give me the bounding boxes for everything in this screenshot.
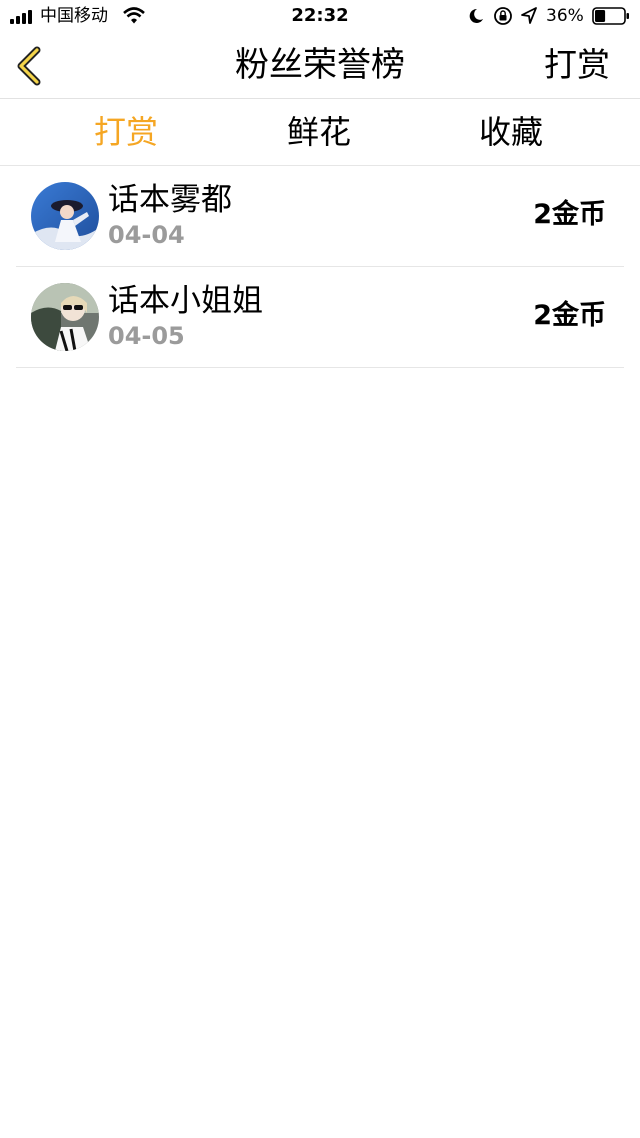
fan-name: 话本雾都 [108,182,232,218]
list-item[interactable]: 话本小姐姐 04-05 2金币 [16,267,624,368]
reward-date: 04-04 [108,221,185,249]
avatar[interactable] [31,283,99,351]
fan-name: 话本小姐姐 [108,283,263,319]
reward-amount: 2金币 [533,300,606,331]
list-item[interactable]: 话本雾都 04-04 2金币 [16,166,624,267]
moon-icon [469,8,483,23]
location-arrow-icon [521,7,537,24]
reward-button[interactable]: 打赏 [544,44,610,86]
tab-bar: 打赏 鲜花 收藏 [0,99,640,166]
orientation-lock-icon [494,7,512,25]
tab-reward[interactable]: 打赏 [56,111,196,153]
fan-list: 话本雾都 04-04 2金币 话本小姐姐 04-05 2金币 [16,166,624,368]
navigation-bar: 粉丝荣誉榜 打赏 [0,34,640,99]
tab-flowers[interactable]: 鲜花 [249,111,389,153]
reward-date: 04-05 [108,322,185,350]
reward-amount: 2金币 [533,199,606,230]
battery-percent: 36% [546,6,584,26]
tab-favorites[interactable]: 收藏 [441,111,581,153]
battery-icon [592,7,629,25]
status-bar: 中国移动 22:32 36% [0,0,640,34]
clock-time: 22:32 [291,5,349,26]
avatar[interactable] [31,182,99,250]
